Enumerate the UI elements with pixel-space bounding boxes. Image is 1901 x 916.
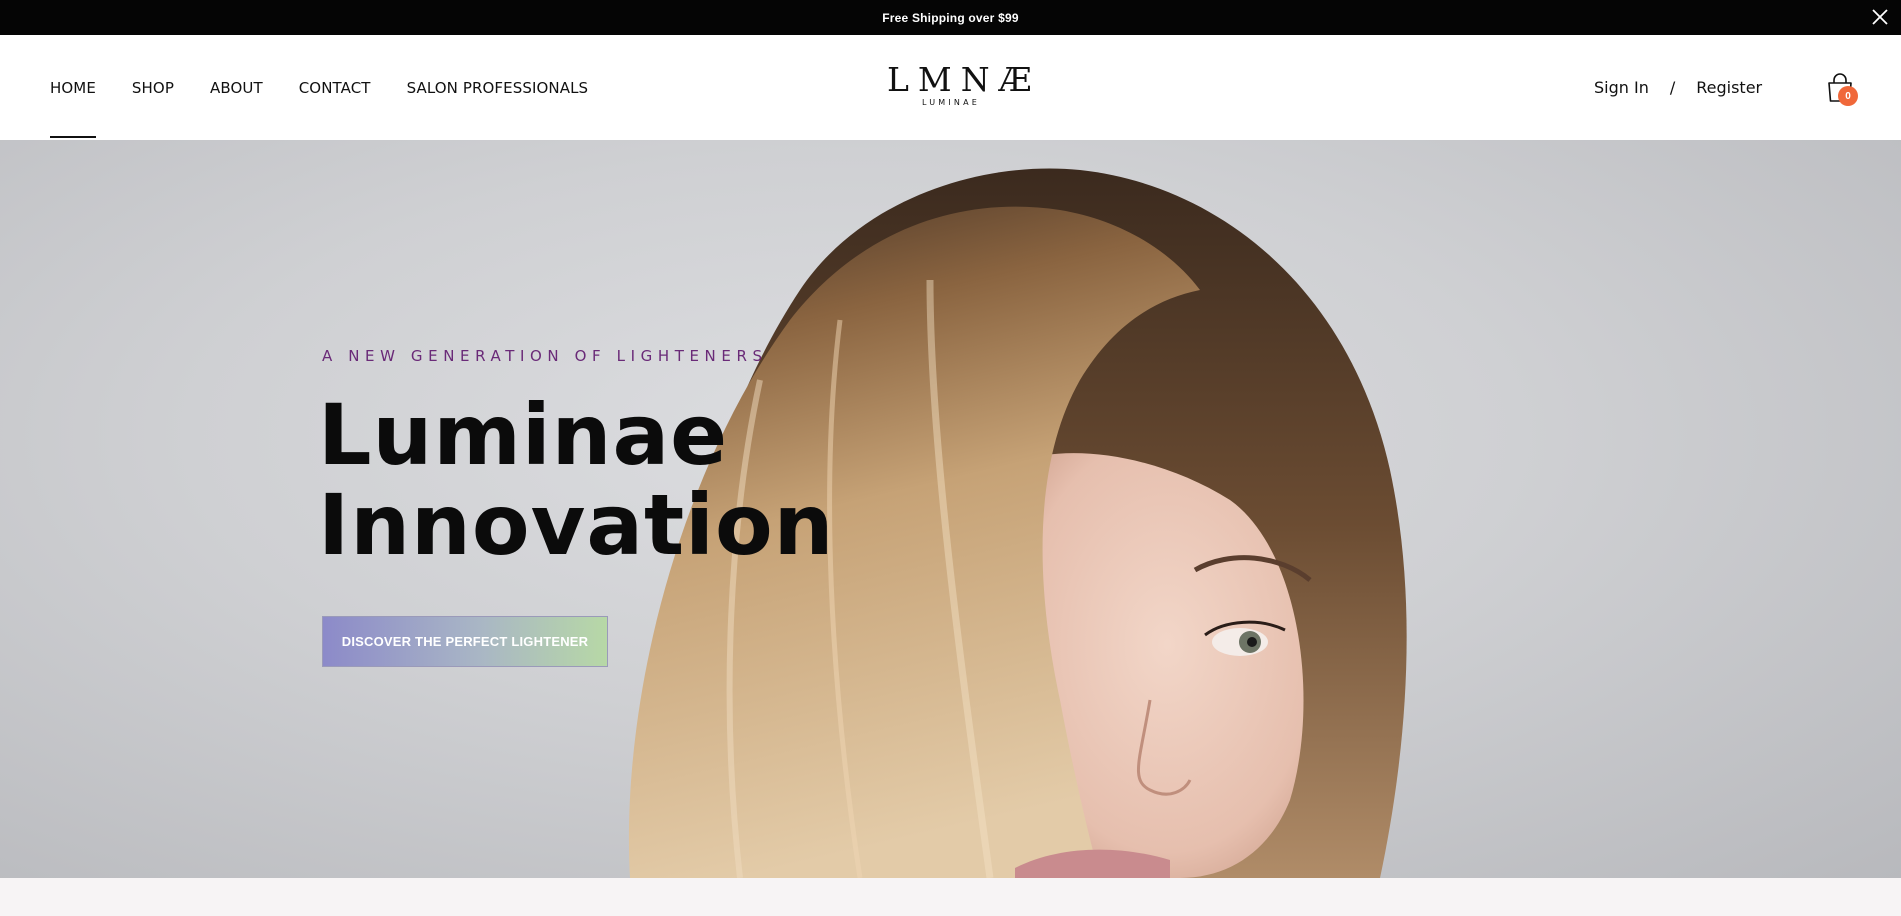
discover-lightener-button[interactable]: DISCOVER THE PERFECT LIGHTENER	[322, 616, 608, 667]
hero-title: Luminae Innovation	[318, 390, 834, 570]
brand-logo[interactable]: LMNÆ LUMINAE	[878, 60, 1041, 108]
register-link[interactable]: Register	[1696, 78, 1762, 97]
announcement-bar: Free Shipping over $99	[0, 0, 1901, 35]
account-links: Sign In / Register	[1594, 35, 1762, 140]
nav-item-about[interactable]: ABOUT	[210, 35, 263, 140]
nav-item-salon-professionals[interactable]: SALON PROFESSIONALS	[407, 35, 589, 140]
hero-model-image	[628, 168, 1407, 878]
hero-title-line-2: Innovation	[318, 476, 835, 574]
nav-item-shop[interactable]: SHOP	[132, 35, 174, 140]
hero-eyebrow: A NEW GENERATION OF LIGHTENERS	[322, 347, 768, 365]
account-separator: /	[1669, 78, 1676, 97]
logo-subtitle: LUMINAE	[921, 98, 981, 107]
hero-title-line-1: Luminae	[318, 386, 729, 484]
logo-wordmark: LMNÆ	[887, 60, 1041, 99]
nav-item-home[interactable]: HOME	[50, 35, 96, 140]
hero-banner: A NEW GENERATION OF LIGHTENERS Luminae I…	[0, 140, 1901, 878]
announcement-text: Free Shipping over $99	[882, 10, 1019, 25]
cart-count-badge: 0	[1838, 86, 1858, 106]
site-header: HOME SHOP ABOUT CONTACT SALON PROFESSION…	[0, 35, 1901, 140]
next-section	[0, 878, 1901, 916]
nav-item-contact[interactable]: CONTACT	[299, 35, 371, 140]
sign-in-link[interactable]: Sign In	[1594, 78, 1649, 97]
main-nav: HOME SHOP ABOUT CONTACT SALON PROFESSION…	[50, 35, 624, 140]
close-icon[interactable]	[1869, 6, 1891, 28]
